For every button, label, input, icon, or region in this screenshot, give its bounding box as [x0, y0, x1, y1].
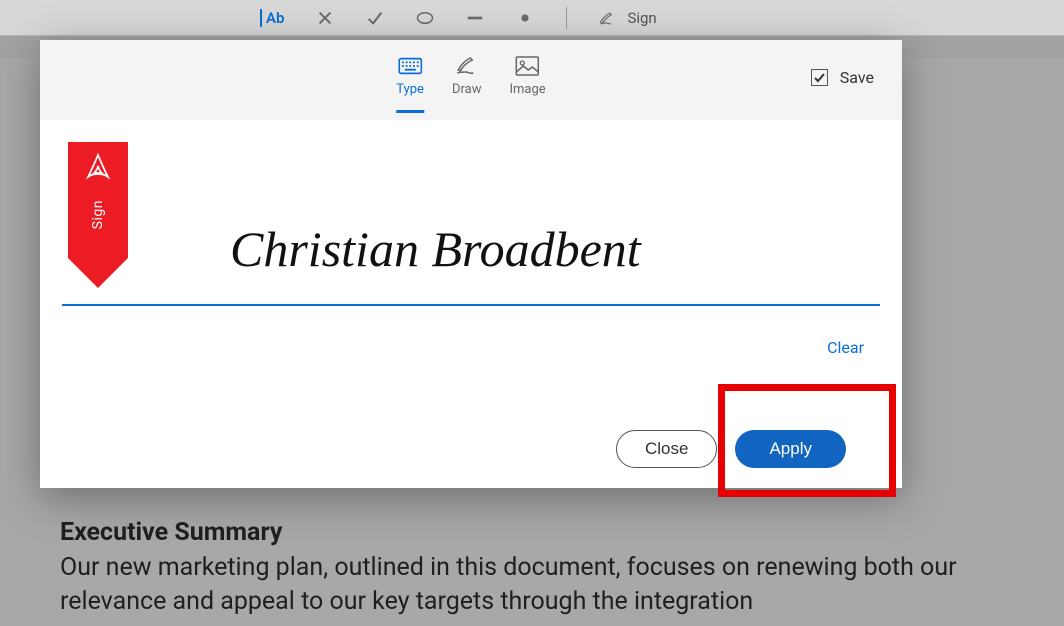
draw-icon — [455, 56, 479, 76]
dialog-header: Type Draw I — [40, 40, 902, 120]
fill-sign-toolbar: Ab Sign — [0, 0, 1064, 36]
dialog-footer: Close Apply — [40, 410, 902, 488]
tab-label: Type — [396, 82, 424, 97]
signature-dialog: Type Draw I — [40, 40, 902, 488]
document-paragraph: Our new marketing plan, outlined in this… — [60, 551, 1004, 619]
tab-image[interactable]: Image — [509, 56, 545, 105]
clear-button[interactable]: Clear — [827, 338, 864, 357]
close-button[interactable]: Close — [616, 430, 717, 468]
pen-icon — [599, 9, 617, 27]
sign-ribbon: Sign — [68, 142, 128, 288]
checkbox-icon — [811, 69, 828, 86]
tab-draw[interactable]: Draw — [452, 56, 482, 105]
image-icon — [516, 56, 540, 76]
cross-mark-tool[interactable] — [316, 9, 334, 27]
sign-label: Sign — [627, 9, 656, 27]
acrobat-icon — [81, 152, 115, 186]
signature-tabs: Type Draw I — [396, 56, 545, 105]
apply-button[interactable]: Apply — [735, 430, 846, 468]
text-tool[interactable]: Ab — [260, 9, 284, 27]
check-mark-tool[interactable] — [366, 9, 384, 27]
keyboard-icon — [398, 56, 422, 76]
sign-menu[interactable]: Sign — [599, 9, 656, 27]
tab-label: Image — [509, 82, 545, 97]
document-heading: Executive Summary — [60, 518, 1004, 547]
circle-tool[interactable] — [416, 9, 434, 27]
tab-type[interactable]: Type — [396, 56, 424, 105]
signature-line — [62, 304, 880, 306]
save-label: Save — [840, 68, 874, 87]
signature-canvas: Sign Christian Broadbent Clear — [40, 120, 902, 410]
save-checkbox-area[interactable]: Save — [811, 68, 874, 87]
line-tool[interactable] — [466, 9, 484, 27]
separator — [566, 7, 567, 29]
signature-text[interactable]: Christian Broadbent — [230, 220, 641, 278]
tab-label: Draw — [452, 82, 482, 97]
ribbon-label: Sign — [90, 200, 106, 229]
dot-tool[interactable] — [516, 9, 534, 27]
